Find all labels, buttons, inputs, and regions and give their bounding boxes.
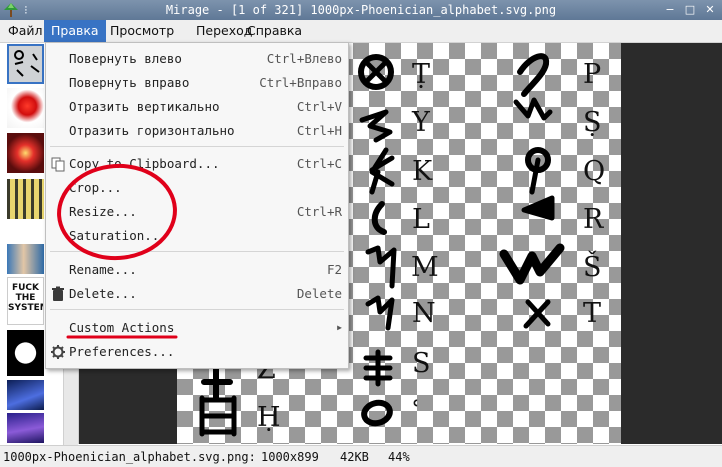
menu-item-rotate-right[interactable]: Повернуть вправо Ctrl+Вправо — [46, 71, 348, 95]
letter-col3-2: Q — [583, 156, 605, 187]
glyph-heth — [199, 395, 237, 437]
thumbnail-phoenician-icon — [9, 46, 42, 82]
letter-col3-5: T — [583, 298, 601, 329]
menu-item-saturation[interactable]: Saturation... — [46, 224, 348, 248]
letter-col2-4: M — [411, 252, 439, 283]
menu-item-label: Crop... — [69, 180, 122, 195]
thumb-text-line-2: THE — [15, 293, 36, 303]
letter-col3-0: P — [583, 59, 601, 90]
menu-item-label: Отразить горизонтально — [69, 123, 235, 138]
menu-item-label: Custom Actions — [69, 320, 175, 335]
menu-item-shortcut: Delete — [296, 286, 342, 301]
menu-item-shortcut: Ctrl+V — [296, 99, 342, 114]
menu-item-label: Отразить вертикально — [69, 99, 220, 114]
letter-col2-6: S — [412, 348, 431, 379]
menu-item-preferences[interactable]: Preferences... — [46, 340, 348, 364]
glyph-kaph — [369, 147, 395, 195]
status-filesize: 42KB — [340, 450, 369, 464]
menu-item-crop[interactable]: Crop... — [46, 176, 348, 200]
letter-col2-3: L — [412, 204, 430, 235]
menu-item-resize[interactable]: Resize... Ctrl+R — [46, 200, 348, 224]
glyph-pe — [517, 53, 550, 97]
edit-menu-dropdown: Повернуть влево Ctrl+Влево Повернуть впр… — [45, 42, 349, 369]
glyph-resh — [521, 195, 555, 221]
thumbnail-fire[interactable] — [7, 133, 44, 173]
menu-item-label: Delete... — [69, 286, 137, 301]
menu-item-shortcut: Ctrl+R — [296, 204, 342, 219]
preferences-icon — [51, 345, 65, 359]
menu-item-shortcut: F2 — [326, 262, 342, 277]
thumbnail-fuck-the-system[interactable]: FUCK THE SYSTEM — [7, 277, 44, 325]
thumbnail-lightning[interactable] — [7, 413, 44, 443]
glyph-mem — [365, 245, 397, 289]
thumbnail-blue-1[interactable] — [7, 380, 44, 410]
letter-col3-4: Š — [583, 249, 602, 283]
menu-item-shortcut: Ctrl+Вправо — [259, 75, 342, 90]
menu-item-delete[interactable]: Delete... Delete — [46, 282, 348, 306]
menu-item-label: Resize... — [69, 204, 137, 219]
thumb-text-line-3: SYSTEM — [8, 303, 43, 313]
trash-icon — [52, 286, 64, 301]
glyph-nun — [365, 295, 395, 331]
thumbnail-red-splash[interactable] — [7, 88, 44, 128]
menu-item-label: Preferences... — [69, 344, 175, 359]
menu-item-custom-actions[interactable]: Custom Actions ▶ — [46, 316, 348, 340]
mirage-window: ⁝ Mirage - [1 of 321] 1000px-Phoenician_… — [0, 0, 722, 467]
thumbnail-current[interactable] — [7, 44, 44, 84]
letter-col2-5: N — [412, 298, 436, 329]
letter-col3-1: Ṣ — [583, 107, 602, 138]
menu-separator — [50, 251, 344, 252]
menu-item-rename[interactable]: Rename... F2 — [46, 258, 348, 282]
menu-separator — [50, 309, 344, 310]
letter-col2-7: ʿ — [412, 396, 420, 427]
glyph-lamedh — [371, 201, 387, 235]
letter-col2-0: Ṭ — [412, 59, 430, 90]
submenu-arrow-icon: ▶ — [337, 323, 342, 332]
glyph-sade — [513, 97, 553, 121]
glyph-taw — [523, 299, 551, 329]
menu-item-shortcut: Ctrl+H — [296, 123, 342, 138]
thumbnail-symbol[interactable] — [7, 330, 44, 376]
glyph-samekh — [363, 349, 393, 387]
glyph-zayin — [201, 363, 233, 401]
glyph-shin — [499, 243, 565, 285]
menu-item-flip-horizontal[interactable]: Отразить горизонтально Ctrl+H — [46, 119, 348, 143]
glyph-ayin — [361, 399, 393, 427]
menu-item-label: Copy to Clipboard... — [69, 156, 220, 171]
menu-item-label: Повернуть вправо — [69, 75, 190, 90]
glyph-yodh — [359, 109, 393, 143]
status-dimensions: 1000x899 — [261, 450, 319, 464]
menu-separator — [50, 146, 344, 147]
menu-item-shortcut: Ctrl+C — [296, 156, 342, 171]
menu-item-shortcut: Ctrl+Влево — [266, 51, 342, 66]
letter-col1-1: Ḥ — [257, 402, 281, 433]
menu-item-copy-to-clipboard[interactable]: Copy to Clipboard... Ctrl+C — [46, 152, 348, 176]
copy-icon — [51, 157, 65, 172]
status-filename: 1000px-Phoenician_alphabet.svg.png: — [3, 450, 256, 464]
status-zoom: 44% — [388, 450, 410, 464]
menu-item-rotate-left[interactable]: Повернуть влево Ctrl+Влево — [46, 47, 348, 71]
letter-col2-1: Y — [411, 107, 431, 138]
menu-item-label: Saturation... — [69, 228, 167, 243]
thumb-text-line-1: FUCK — [11, 283, 40, 293]
letter-col3-3: R — [583, 204, 604, 235]
menu-item-label: Повернуть влево — [69, 51, 182, 66]
thumbnail-person[interactable] — [7, 244, 44, 274]
letter-col2-2: K — [412, 156, 433, 187]
thumbnail-notes[interactable] — [7, 179, 44, 219]
menu-item-flip-vertical[interactable]: Отразить вертикально Ctrl+V — [46, 95, 348, 119]
status-bar: 1000px-Phoenician_alphabet.svg.png: 1000… — [0, 445, 722, 467]
menu-item-label: Rename... — [69, 262, 137, 277]
